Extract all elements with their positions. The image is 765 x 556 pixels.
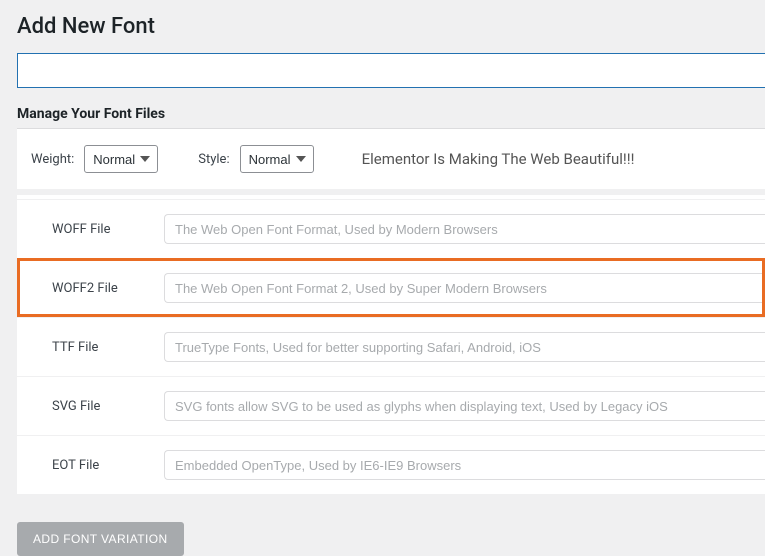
font-name-input[interactable] xyxy=(17,53,765,88)
file-row: WOFF File xyxy=(17,199,765,258)
file-path-input[interactable] xyxy=(164,450,765,480)
style-select[interactable]: Normal xyxy=(240,145,314,173)
file-path-input[interactable] xyxy=(164,214,765,244)
file-label: WOFF File xyxy=(52,222,164,237)
file-row: EOT File xyxy=(17,435,765,494)
file-row: WOFF2 File xyxy=(17,258,765,317)
file-label: SVG File xyxy=(52,399,164,414)
file-path-input[interactable] xyxy=(164,273,765,303)
file-row: TTF File xyxy=(17,317,765,376)
file-path-input[interactable] xyxy=(164,332,765,362)
page-title: Add New Font xyxy=(0,0,765,53)
section-heading: Manage Your Font Files xyxy=(0,88,765,128)
weight-select[interactable]: Normal xyxy=(84,145,158,173)
preview-text: Elementor Is Making The Web Beautiful!!! xyxy=(362,150,635,168)
file-label: EOT File xyxy=(52,458,164,473)
add-font-variation-button[interactable]: ADD FONT VARIATION xyxy=(17,522,184,556)
file-label: WOFF2 File xyxy=(52,281,164,296)
file-label: TTF File xyxy=(52,340,164,355)
file-row: SVG File xyxy=(17,376,765,435)
style-label: Style: xyxy=(198,152,229,167)
file-path-input[interactable] xyxy=(164,391,765,421)
weight-label: Weight: xyxy=(31,152,74,167)
